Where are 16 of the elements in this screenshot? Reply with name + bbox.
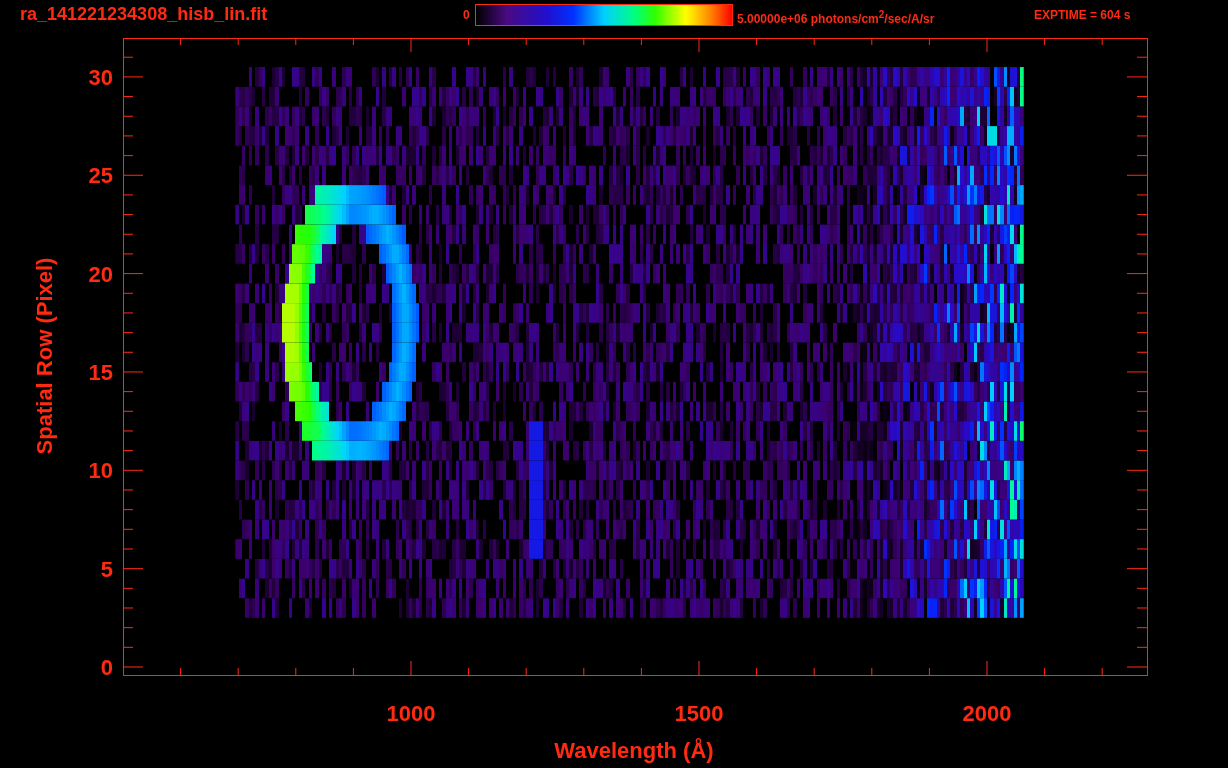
exposure-time: EXPTIME = 604 s — [1034, 7, 1131, 24]
y-tick-label: 5 — [100, 556, 113, 582]
y-tick-label: 10 — [88, 458, 113, 484]
y-tick-label: 15 — [88, 359, 113, 385]
y-axis-title: Spatial Row (Pixel) — [32, 257, 57, 455]
y-tick-label: 20 — [88, 261, 113, 287]
y-tick-label: 25 — [88, 163, 113, 189]
x-tick-label: 1000 — [386, 701, 436, 726]
colorbar-max-label: 5.00000e+06 photons/cm$^{2}$/sec/A/sr — [737, 8, 936, 28]
x-tick-label: 1500 — [674, 701, 724, 726]
x-tick-label: 2000 — [962, 701, 1012, 726]
file-title: ra_141221234308_hisb_lin.fit — [20, 4, 269, 24]
y-tick-label: 0 — [100, 655, 113, 680]
x-axis-title: Wavelength (Å) — [554, 738, 714, 763]
y-tick-label: 30 — [88, 64, 113, 90]
colorbar-min-label: 0 — [463, 7, 471, 24]
